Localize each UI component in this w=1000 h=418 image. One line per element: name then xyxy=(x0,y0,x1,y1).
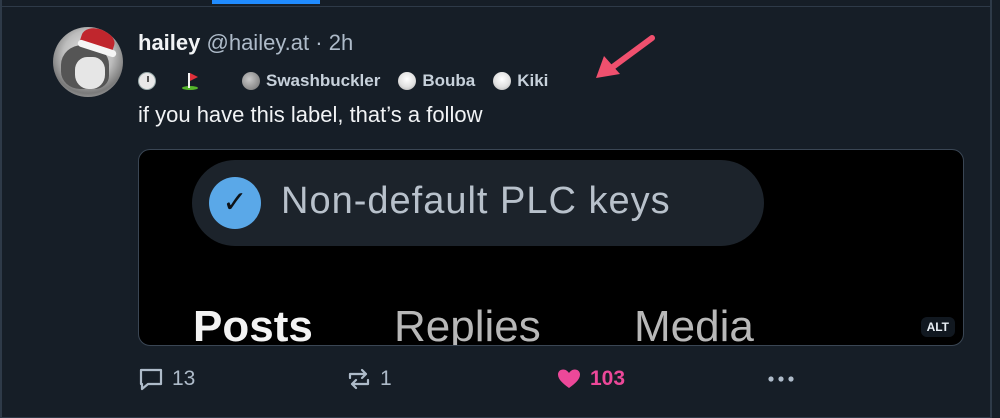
post-header: hailey @hailey.at · 2h xyxy=(138,30,353,56)
swashbuckler-avatar-icon xyxy=(242,72,260,90)
repost-count: 1 xyxy=(380,367,392,390)
profile-labels: Swashbuckler Bouba Kiki xyxy=(138,70,566,92)
avatar-face xyxy=(75,57,105,89)
like-button[interactable]: 103 xyxy=(556,362,625,396)
left-border xyxy=(0,0,2,418)
right-border xyxy=(990,0,992,418)
plc-label-pill: ✓ Non-default PLC keys xyxy=(192,160,764,246)
image-tab-posts: Posts xyxy=(193,302,313,346)
author-handle[interactable]: @hailey.at xyxy=(207,30,310,55)
label-text: Kiki xyxy=(517,71,549,90)
plc-label-text: Non-default PLC keys xyxy=(281,180,671,222)
more-dots-icon xyxy=(768,376,794,382)
label-kiki[interactable]: Kiki xyxy=(493,71,548,91)
clock-badge-icon xyxy=(138,72,156,90)
golf-flag-icon xyxy=(180,72,198,90)
more-options-button[interactable] xyxy=(766,362,804,396)
label-golf[interactable] xyxy=(180,72,224,90)
top-divider xyxy=(0,0,992,7)
kiki-avatar-icon xyxy=(493,72,512,90)
repost-button[interactable]: 1 xyxy=(346,362,392,396)
header-separator: · xyxy=(315,30,323,55)
active-tab-indicator xyxy=(212,0,320,4)
reply-button[interactable]: 13 xyxy=(138,362,195,396)
like-count: 103 xyxy=(590,367,626,390)
bouba-avatar-icon xyxy=(398,72,417,90)
label-clock[interactable] xyxy=(138,72,162,90)
post-actions: 13 1 103 xyxy=(138,362,964,396)
author-display-name[interactable]: hailey xyxy=(138,30,200,55)
alt-text-badge[interactable]: ALT xyxy=(920,317,955,337)
image-tab-media: Media xyxy=(634,302,754,346)
heart-icon xyxy=(558,369,580,388)
post-text: if you have this label, that’s a follow xyxy=(138,102,483,127)
label-text: Swashbuckler xyxy=(266,71,381,90)
post-timestamp[interactable]: 2h xyxy=(329,30,353,55)
post-image[interactable]: ✓ Non-default PLC keys Posts Replies Med… xyxy=(138,149,964,346)
reply-icon xyxy=(139,368,163,391)
label-swashbuckler[interactable]: Swashbuckler xyxy=(242,71,380,91)
annotation-arrow-icon xyxy=(596,35,655,78)
reply-count: 13 xyxy=(172,367,196,390)
repost-icon xyxy=(348,368,370,390)
author-avatar[interactable] xyxy=(53,27,123,97)
image-tab-replies: Replies xyxy=(394,302,541,346)
checkmark-icon: ✓ xyxy=(209,177,261,229)
label-text: Bouba xyxy=(422,71,476,90)
label-bouba[interactable]: Bouba xyxy=(398,71,475,91)
